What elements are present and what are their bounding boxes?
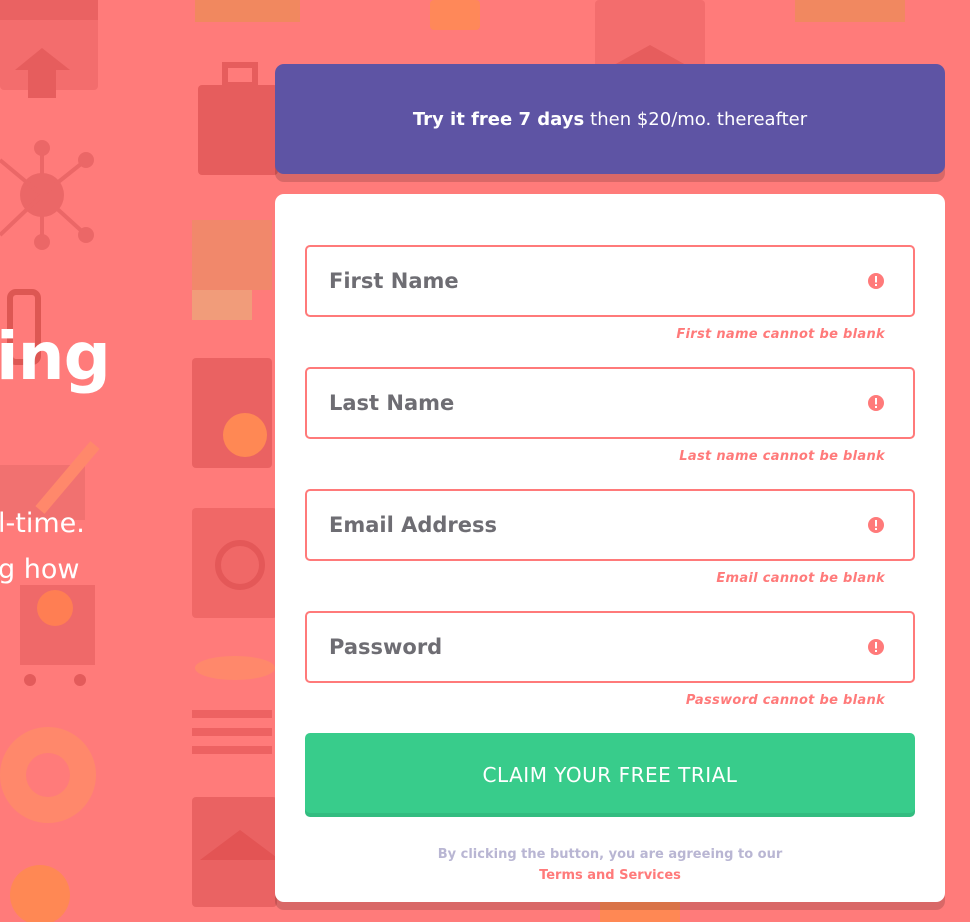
password-input-box [305, 611, 915, 683]
password-field: Password cannot be blank [305, 611, 915, 708]
promo-banner: Try it free 7 days then $20/mo. thereaft… [275, 64, 945, 174]
error-exclamation-icon [868, 517, 884, 533]
promo-text: then $20/mo. thereafter [590, 108, 808, 130]
promo-bold-text: Try it free 7 days [412, 108, 585, 130]
last-name-error: Last name cannot be blank [679, 449, 885, 464]
last-name-input[interactable] [329, 391, 891, 415]
email-field: Email cannot be blank [305, 489, 915, 586]
hero-text-line-2: g how [0, 554, 80, 585]
terms-link[interactable]: Terms and Services [275, 865, 945, 886]
last-name-input-box [305, 367, 915, 439]
last-name-field: Last name cannot be blank [305, 367, 915, 464]
error-exclamation-icon [868, 395, 884, 411]
terms-notice: By clicking the button, you are agreeing… [275, 844, 945, 886]
email-error: Email cannot be blank [716, 571, 885, 586]
first-name-field: First name cannot be blank [305, 245, 915, 342]
password-error: Password cannot be blank [685, 693, 885, 708]
password-input[interactable] [329, 635, 891, 659]
first-name-error: First name cannot be blank [676, 327, 885, 342]
hero-text-line-1: l-time. [0, 508, 85, 539]
email-input[interactable] [329, 513, 891, 537]
error-exclamation-icon [868, 273, 884, 289]
error-exclamation-icon [868, 639, 884, 655]
terms-text: By clicking the button, you are agreeing… [437, 847, 783, 862]
first-name-input[interactable] [329, 269, 891, 293]
email-input-box [305, 489, 915, 561]
signup-form: First name cannot be blank Last name can… [275, 194, 945, 902]
hero-title-fragment: ing [0, 318, 111, 395]
claim-free-trial-button[interactable]: CLAIM YOUR FREE TRIAL [305, 733, 915, 817]
first-name-input-box [305, 245, 915, 317]
